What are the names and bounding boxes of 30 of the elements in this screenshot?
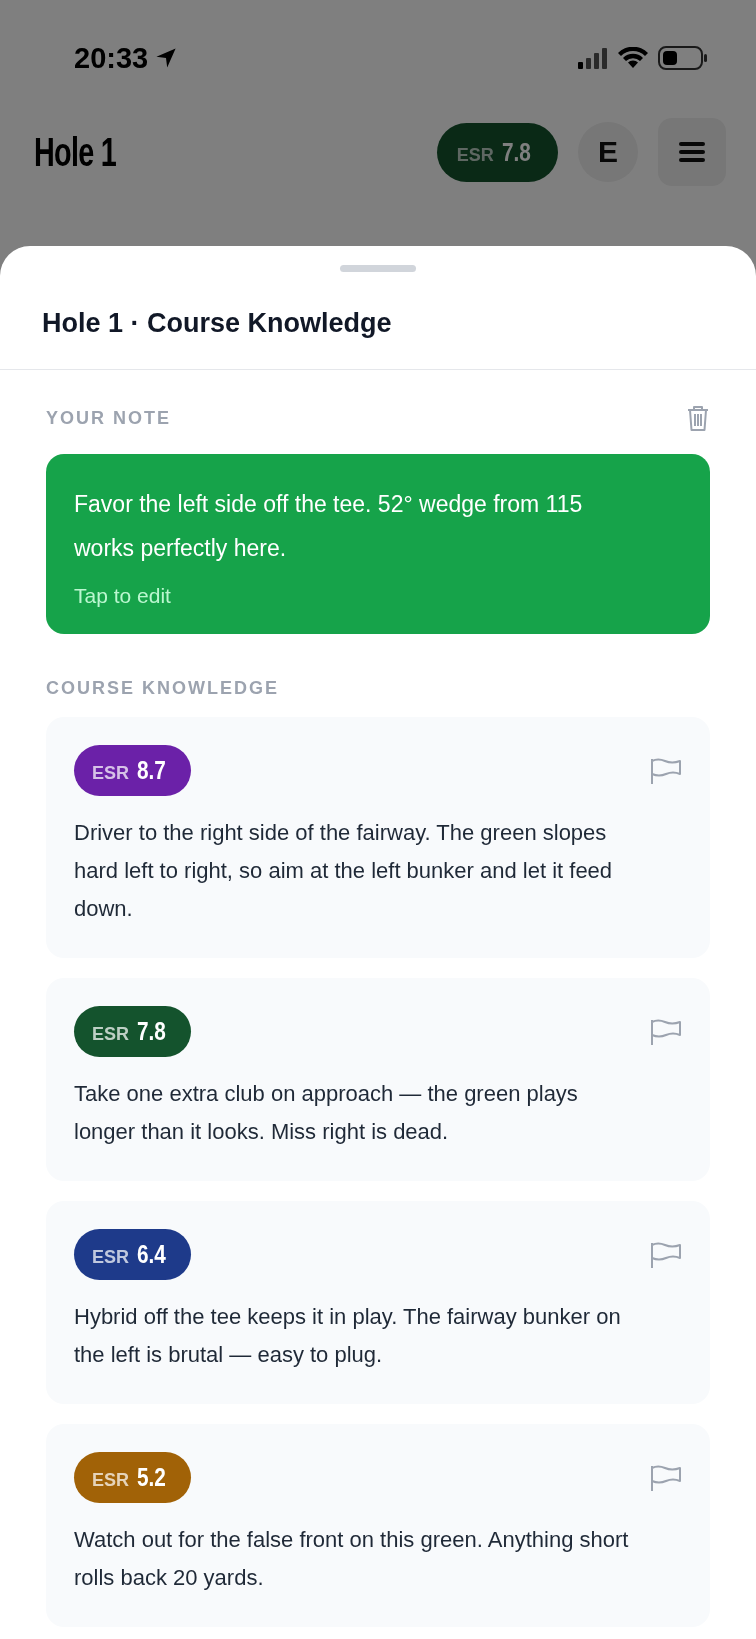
edit-hint: Tap to edit — [74, 584, 171, 608]
player-button[interactable]: E — [578, 122, 638, 182]
status-time: 20:33 — [74, 41, 149, 75]
section-heading: COURSE KNOWLEDGE — [46, 678, 279, 699]
tip-text: Take one extra club on approach — the green plays longer than it looks. Miss right is dead. — [74, 1080, 579, 1146]
section-heading: YOUR NOTE — [46, 407, 171, 429]
wifi-icon — [618, 47, 648, 69]
sheet-title: Hole 1 · Course Knowledge — [0, 272, 756, 370]
tip-text: Driver to the right side of the fairway. The green slopes hard left to right, so aim at the left bunker and let it feed down. — [74, 819, 614, 923]
note-card[interactable]: Favor the left side off the tee. 52° wedge from 115 works perfectly here. Tap to edit — [46, 454, 710, 634]
esr-badge: ESR 6.4 — [74, 1229, 192, 1280]
flag-icon[interactable] — [650, 1240, 682, 1269]
location-arrow-icon — [154, 46, 179, 70]
flag-icon[interactable] — [650, 1463, 682, 1492]
note-text: Favor the left side off the tee. 52° wedge from 115 works perfectly here. — [74, 490, 584, 563]
hole-title: Hole 1 — [34, 129, 117, 175]
trash-icon[interactable] — [686, 404, 710, 432]
esr-badge: ESR 7.8 — [436, 122, 558, 182]
battery-icon — [658, 46, 708, 70]
signal-icon — [578, 47, 608, 69]
tip-text: Watch out for the false front on this green. Anything short rolls back 20 yards. — [74, 1526, 630, 1592]
flag-icon[interactable] — [650, 1017, 682, 1046]
flag-icon[interactable] — [650, 756, 682, 785]
esr-badge: ESR 8.7 — [74, 745, 192, 796]
sheet-handle[interactable] — [340, 265, 416, 272]
menu-icon — [679, 141, 705, 163]
menu-button[interactable] — [658, 118, 726, 186]
esr-badge: ESR 5.2 — [74, 1452, 192, 1503]
esr-badge: ESR 7.8 — [74, 1006, 192, 1057]
tip-text: Hybrid off the tee keeps it in play. The fairway bunker on the left is brutal — easy to plug. — [74, 1303, 622, 1369]
